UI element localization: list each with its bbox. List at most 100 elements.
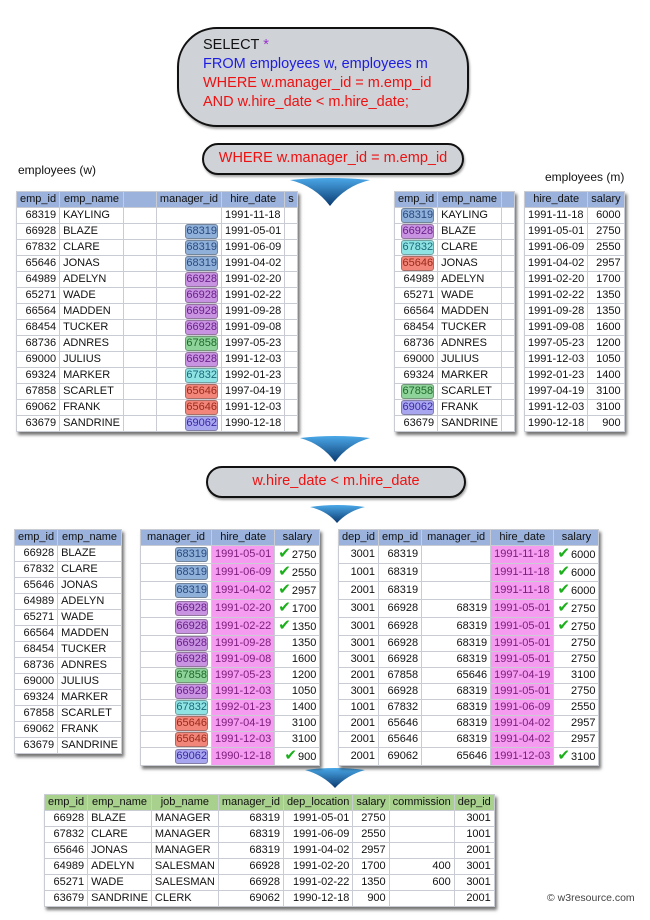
highlighted-id: 68319 bbox=[401, 208, 435, 223]
hire-date-cell: 1991-12-03 bbox=[523, 399, 589, 416]
manager-id-cell: 68319 bbox=[217, 826, 284, 843]
spacer-cell bbox=[122, 255, 157, 272]
salary-cell: ✔1350 bbox=[274, 617, 321, 636]
table-header-row: hire_date salary bbox=[523, 191, 625, 208]
highlighted-id: 66928 bbox=[185, 320, 219, 335]
highlighted-id: 65646 bbox=[401, 256, 435, 271]
hire-date-cell: 1991-11-18 bbox=[221, 207, 286, 224]
dep-location-cell: 1990-12-18 bbox=[282, 890, 354, 907]
hire-date-cell: 1991-09-08 bbox=[523, 319, 589, 336]
highlighted-id: 67832 bbox=[185, 368, 219, 383]
emp-name-cell: MADDEN bbox=[57, 625, 122, 642]
table-row: 66928 1991-09-28 1350 bbox=[140, 635, 321, 652]
checkmark-icon: ✔ bbox=[557, 581, 570, 598]
column-header: hire_date bbox=[221, 191, 286, 208]
manager-id-cell: 68319 bbox=[421, 617, 492, 636]
column-header: emp_id bbox=[378, 529, 423, 546]
manager-id-cell: 66928 bbox=[155, 303, 223, 320]
emp-id-cell: 65646 bbox=[15, 255, 61, 272]
table-row: 66564 MADDEN 66928 1991-09-28 bbox=[15, 303, 298, 320]
hire-date-condition-pill: w.hire_date < m.hire_date bbox=[206, 466, 466, 498]
table-row: 1991-02-22 1350 bbox=[523, 287, 625, 304]
column-header: dep_id bbox=[453, 794, 495, 811]
dep-id-cell: 3001 bbox=[337, 599, 380, 618]
salary-cell: 6000 bbox=[587, 207, 625, 224]
dep-id-cell: 3001 bbox=[337, 545, 380, 564]
sql-where-line: WHERE w.manager_id = m.emp_id bbox=[203, 75, 432, 91]
manager-id-cell bbox=[421, 563, 492, 582]
emp-id-cell: 69324 bbox=[15, 367, 61, 384]
spacer-cell bbox=[122, 335, 157, 352]
highlighted-id: 66928 bbox=[185, 304, 219, 319]
highlighted-id: 65646 bbox=[175, 716, 208, 731]
highlighted-id: 66928 bbox=[185, 352, 219, 367]
table-row: 1990-12-18 900 bbox=[523, 415, 625, 432]
spacer-cell bbox=[122, 367, 157, 384]
manager-id-cell: 68319 bbox=[421, 699, 492, 716]
cut-cell bbox=[500, 287, 515, 304]
dep-id-cell: 2001 bbox=[337, 715, 380, 732]
emp-id-cell: 67832 bbox=[393, 239, 439, 256]
emp-id-cell: 66928 bbox=[43, 810, 89, 827]
emp-name-cell: FRANK bbox=[57, 721, 122, 738]
emp-name-cell: JULIUS bbox=[437, 351, 502, 368]
manager-id-cell: 69062 bbox=[140, 747, 212, 766]
emp-name-cell: SANDRINE bbox=[437, 415, 502, 432]
hire-date-cell: 1991-02-22 bbox=[210, 617, 276, 636]
cut-cell bbox=[284, 351, 298, 368]
highlighted-id: 66928 bbox=[185, 272, 219, 287]
emp-id-cell: 68454 bbox=[393, 319, 439, 336]
table-row: 65646 JONAS 68319 1991-04-02 bbox=[15, 255, 298, 272]
manager-id-cell: 65646 bbox=[421, 747, 492, 766]
salary-cell: 3100 bbox=[553, 667, 600, 684]
salary-cell: 1200 bbox=[274, 667, 321, 684]
emp-id-cell: 68319 bbox=[378, 563, 423, 582]
salary-cell: ✔1700 bbox=[274, 599, 321, 618]
emp-id-cell: 64989 bbox=[15, 271, 61, 288]
table-row: 69324 MARKER bbox=[13, 689, 122, 706]
table-row: 68319 1991-05-01 ✔2750 bbox=[140, 545, 321, 564]
cut-cell bbox=[284, 367, 298, 384]
table-row: 68319 KAYLING bbox=[393, 207, 515, 224]
manager-id-cell: 66928 bbox=[155, 319, 223, 336]
table-row: 1992-01-23 1400 bbox=[523, 367, 625, 384]
column-header: commission bbox=[388, 794, 455, 811]
dep-location-cell: 1991-02-22 bbox=[282, 874, 354, 891]
emp-name-cell: SANDRINE bbox=[59, 415, 124, 432]
table-header-row: emp_id emp_name bbox=[13, 529, 122, 546]
cut-cell bbox=[500, 399, 515, 416]
column-header: emp_name bbox=[57, 529, 122, 546]
salary-cell: 2550 bbox=[352, 826, 390, 843]
cut-cell bbox=[500, 239, 515, 256]
spacer-cell bbox=[122, 287, 157, 304]
column-header: emp_name bbox=[59, 191, 124, 208]
commission-cell bbox=[388, 842, 455, 859]
manager-id-cell: 69062 bbox=[217, 890, 284, 907]
hire-date-cell: 1991-11-18 bbox=[490, 563, 555, 582]
hire-date-cell: 1991-05-01 bbox=[210, 545, 276, 564]
job-name-cell: MANAGER bbox=[150, 810, 219, 827]
join-condition-pill: WHERE w.manager_id = m.emp_id bbox=[202, 143, 464, 175]
table-row: 67832 CLARE MANAGER 68319 1991-06-09 2550 1001 bbox=[43, 826, 495, 843]
joined-w-table-right: manager_id hire_date salary 68319 1991-05-01… bbox=[140, 529, 321, 766]
manager-id-cell: 66928 bbox=[217, 858, 284, 875]
table-row: 2001 67858 65646 1997-04-19 3100 bbox=[337, 667, 600, 684]
highlighted-id: 66928 bbox=[175, 636, 208, 651]
emp-name-cell: ADNRES bbox=[437, 335, 502, 352]
highlighted-id: 69062 bbox=[175, 749, 208, 764]
highlighted-id: 68319 bbox=[175, 565, 208, 580]
spacer-cell bbox=[122, 399, 157, 416]
emp-id-cell: 63679 bbox=[43, 890, 89, 907]
hire-date-cell: 1991-06-09 bbox=[523, 239, 589, 256]
cut-cell bbox=[284, 271, 298, 288]
emp-name-cell: JULIUS bbox=[57, 673, 122, 690]
highlighted-id: 65646 bbox=[175, 732, 208, 747]
emp-id-cell: 65271 bbox=[43, 874, 89, 891]
salary-cell: 2957 bbox=[352, 842, 390, 859]
dep-id-cell: 3001 bbox=[337, 635, 380, 652]
hire-date-cell: 1991-12-03 bbox=[490, 747, 555, 766]
salary-cell: 2957 bbox=[553, 731, 600, 748]
sql-select-star: * bbox=[263, 37, 269, 53]
salary-cell: ✔2750 bbox=[553, 599, 600, 618]
emp-id-cell: 67858 bbox=[15, 383, 61, 400]
